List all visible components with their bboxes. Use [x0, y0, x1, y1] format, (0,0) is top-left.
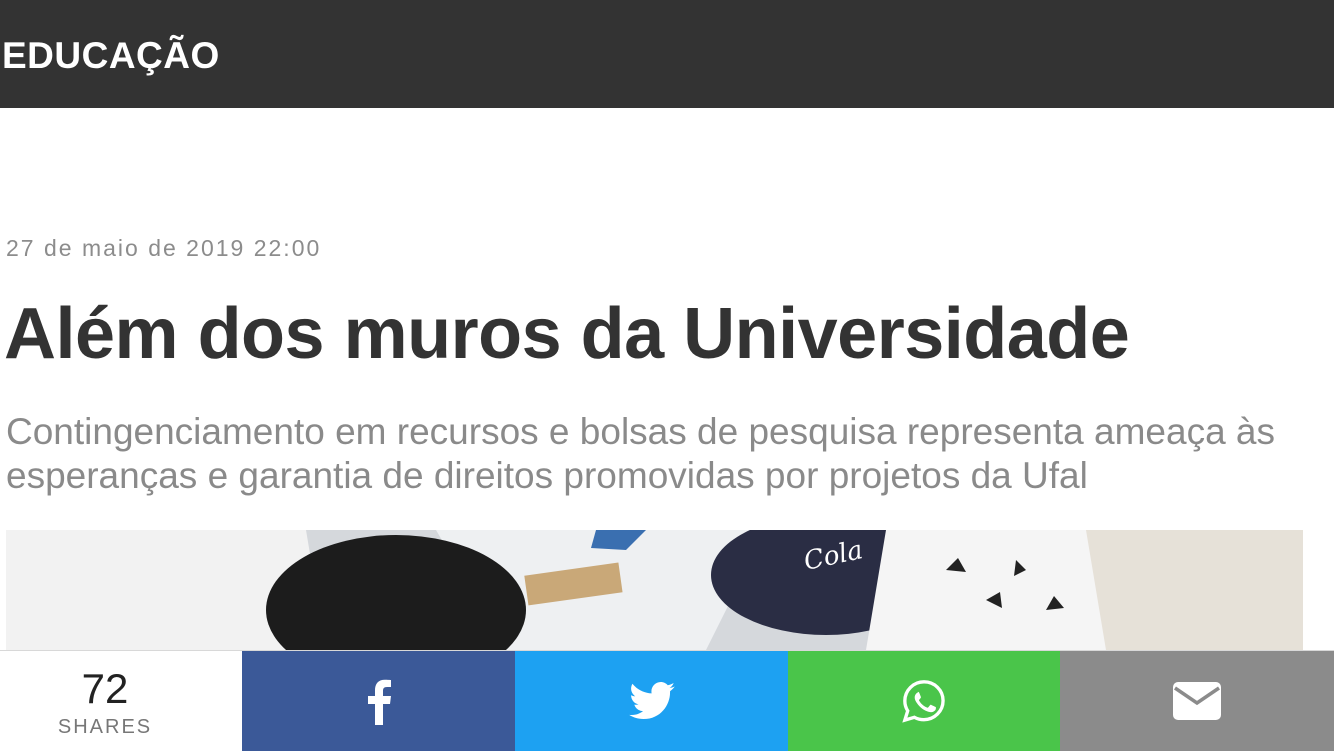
top-bar: EDUCAÇÃO	[0, 0, 1334, 108]
email-share-button[interactable]	[1060, 651, 1334, 751]
facebook-icon	[367, 679, 391, 725]
facebook-share-button[interactable]	[242, 651, 515, 751]
section-label[interactable]: EDUCAÇÃO	[2, 34, 220, 78]
share-count-label: SHARES	[57, 716, 153, 738]
share-count-box: 72 SHARES	[0, 651, 241, 751]
email-icon	[1173, 682, 1221, 720]
article-subtitle: Contingenciamento em recursos e bolsas d…	[6, 411, 1276, 496]
twitter-icon	[628, 682, 675, 720]
whatsapp-share-button[interactable]	[788, 651, 1060, 751]
article-title: Além dos muros da Universidade	[4, 294, 1130, 374]
twitter-share-button[interactable]	[515, 651, 788, 751]
share-count: 72	[81, 665, 129, 712]
whatsapp-icon	[902, 680, 945, 723]
share-bar: 72 SHARES	[0, 650, 1334, 751]
article-date: 27 de maio de 2019 22:00	[6, 235, 322, 261]
article-hero-image: Cola	[6, 530, 1303, 650]
